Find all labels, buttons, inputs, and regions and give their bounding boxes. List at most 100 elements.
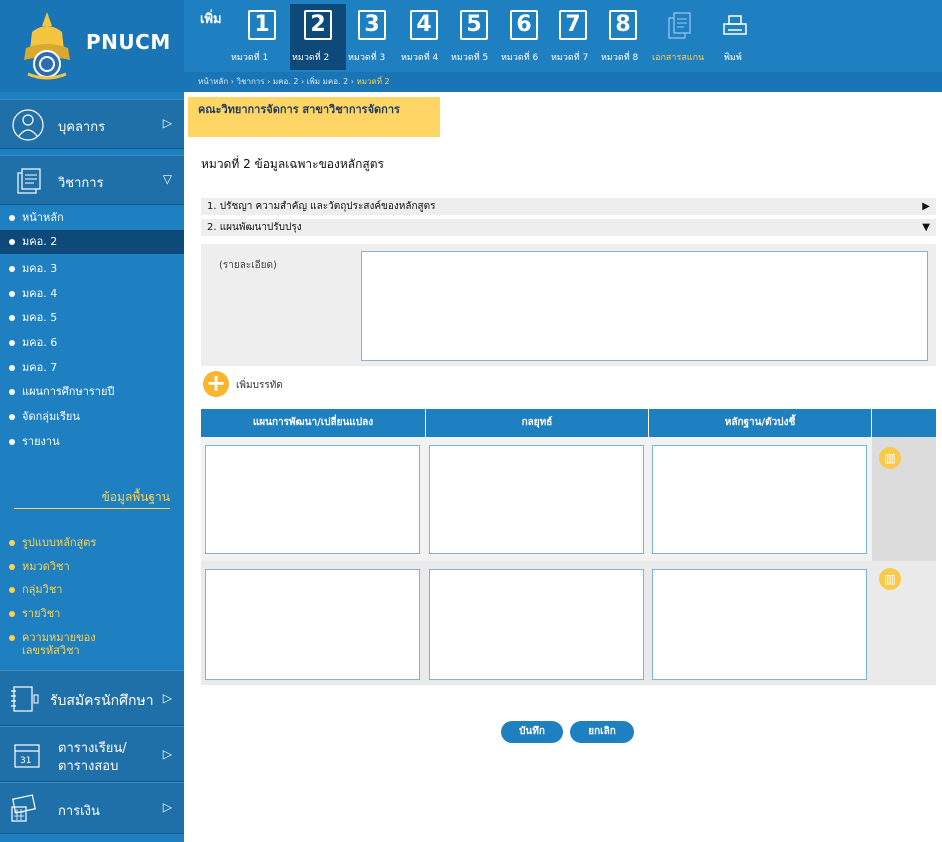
chapter-number: 5 <box>460 10 488 40</box>
chevron-right-icon: ▷ <box>162 800 172 814</box>
breadcrumb-path[interactable]: หน้าหลัก › วิชาการ › มคอ. 2 › เพิ่ม มคอ.… <box>198 77 356 86</box>
tab-chapter-6[interactable]: 6 หมวดที่ 6 <box>501 4 551 70</box>
university-crest-icon <box>24 12 70 80</box>
brand-name: PNUCM <box>86 30 171 54</box>
tab-chapter-8[interactable]: 8 หมวดที่ 8 <box>601 4 652 70</box>
plan-textarea[interactable] <box>205 569 420 680</box>
chapter-caption: หมวดที่ 4 <box>401 53 439 63</box>
column-header-strategy: กลยุทธ์ <box>426 409 648 437</box>
strategy-textarea[interactable] <box>429 569 644 680</box>
sidebar-menu-finance[interactable]: การเงิน ▷ <box>0 782 184 834</box>
code-meaning-line1: ความหมายของ <box>22 631 96 644</box>
sidebar-item-report[interactable]: รายงาน <box>0 430 184 454</box>
scanned-documents-icon <box>668 12 691 39</box>
sidebar-item-tqf6[interactable]: มคอ. 6 <box>0 331 184 355</box>
chapter-caption: หมวดที่ 7 <box>551 53 589 63</box>
chapter-caption: หมวดที่ 2 <box>292 53 330 63</box>
chapter-caption: หมวดที่ 1 <box>231 53 269 63</box>
logo-area[interactable]: PNUCM <box>0 0 184 92</box>
chapter-number: 4 <box>410 10 438 40</box>
code-meaning-line2: เลขรหัสวิชา <box>22 644 80 657</box>
faculty-banner: คณะวิทยาการจัดการ สาขาวิชาการจัดการ <box>188 97 440 137</box>
print-caption: พิมพ์ <box>724 53 742 63</box>
cancel-button[interactable]: ยกเลิก <box>570 721 634 743</box>
sidebar-menu-admission[interactable]: รับสมัครนักศึกษา ▷ <box>0 670 184 726</box>
notebook-icon <box>11 686 39 712</box>
evidence-textarea[interactable] <box>652 569 867 680</box>
tab-chapter-4[interactable]: 4 หมวดที่ 4 <box>399 4 450 70</box>
sidebar-base-subject-category[interactable]: หมวดวิชา <box>0 560 184 573</box>
detail-label: (รายละเอียด) <box>219 260 277 271</box>
sidebar-menu-personnel[interactable]: บุคลากร ▷ <box>0 99 184 149</box>
accordion-label: 1. ปรัชญา ความสำคัญ และวัตถุประสงค์ของหล… <box>207 201 436 212</box>
accordion-item-improvement-plan[interactable]: 2. แผนพัฒนาปรับปรุง ▼ <box>201 219 936 237</box>
chapter-number: 2 <box>304 10 332 40</box>
base-data-title: ข้อมูลพื้นฐาน <box>101 490 170 504</box>
sidebar-menu-schedule[interactable]: 31 ตารางเรียน/ ตารางสอบ ▷ <box>0 726 184 782</box>
chevron-right-icon: ▷ <box>162 747 172 761</box>
tab-chapter-5[interactable]: 5 หมวดที่ 5 <box>450 4 501 70</box>
plan-textarea[interactable] <box>205 445 420 554</box>
chapter-number: 7 <box>559 10 587 40</box>
print-button[interactable]: พิมพ์ <box>714 4 760 70</box>
chapter-caption: หมวดที่ 8 <box>601 53 639 63</box>
sidebar-label-admission: รับสมัครนักศึกษา <box>50 693 154 709</box>
page-title: หมวดที่ 2 ข้อมูลเฉพาะของหลักสูตร <box>201 157 384 171</box>
strategy-textarea[interactable] <box>429 445 644 554</box>
chapter-number: 6 <box>510 10 538 40</box>
accordion-item-philosophy[interactable]: 1. ปรัชญา ความสำคัญ และวัตถุประสงค์ของหล… <box>201 198 936 216</box>
sidebar-item-groups[interactable]: จัดกลุ่มเรียน <box>0 405 184 429</box>
accordion-label: 2. แผนพัฒนาปรับปรุง <box>207 222 302 233</box>
column-header-evidence-label: หลักฐาน/ตัวบ่งชี้ <box>724 417 796 428</box>
caret-right-icon: ▶ <box>922 201 930 212</box>
sidebar: PNUCM บุคลากร ▷ วิชาการ ▽ หน้าหลัก มคอ. … <box>0 0 184 842</box>
documents-icon <box>17 168 41 194</box>
tab-scanned-docs[interactable]: เอกสารสแกน <box>652 4 714 70</box>
sidebar-item-study-plan[interactable]: แผนการศึกษารายปี <box>0 380 184 404</box>
evidence-textarea[interactable] <box>652 445 867 554</box>
sidebar-base-subject-group[interactable]: กลุ่มวิชา <box>0 583 184 596</box>
breadcrumb: หน้าหลัก › วิชาการ › มคอ. 2 › เพิ่ม มคอ.… <box>184 72 942 92</box>
tab-chapter-3[interactable]: 3 หมวดที่ 3 <box>346 4 399 70</box>
chapter-caption: หมวดที่ 3 <box>348 53 386 63</box>
sidebar-base-program-format[interactable]: รูปแบบหลักสูตร <box>0 536 184 549</box>
sidebar-item-home[interactable]: หน้าหลัก <box>0 206 184 230</box>
column-header-plan: แผนการพัฒนา/เปลี่ยนแปลง <box>201 409 425 437</box>
chapter-number: 3 <box>358 10 386 40</box>
svg-text:31: 31 <box>20 756 31 766</box>
sidebar-label-academic: วิชาการ <box>58 176 104 191</box>
divider <box>14 508 170 509</box>
sidebar-item-tqf5[interactable]: มคอ. 5 <box>0 306 184 330</box>
chapter-caption: หมวดที่ 5 <box>451 53 489 63</box>
chevron-right-icon: ▷ <box>162 691 172 705</box>
person-icon <box>12 109 44 141</box>
chevron-right-icon: ▷ <box>162 116 172 130</box>
tab-chapter-1[interactable]: 1 หมวดที่ 1 <box>231 4 290 70</box>
add-row-label[interactable]: เพิ่มบรรทัด <box>236 378 283 393</box>
chapter-caption: หมวดที่ 6 <box>501 53 539 63</box>
sidebar-base-code-meaning[interactable]: ความหมายของ เลขรหัสวิชา <box>0 631 184 657</box>
tab-chapter-2[interactable]: 2 หมวดที่ 2 <box>290 4 346 70</box>
sidebar-label-personnel: บุคลากร <box>58 120 106 135</box>
trash-icon[interactable]: ▥ <box>879 447 901 469</box>
save-button[interactable]: บันทึก <box>501 721 563 743</box>
detail-textarea[interactable] <box>361 251 928 361</box>
sidebar-menu-academic[interactable]: วิชาการ ▽ <box>0 155 184 205</box>
column-header-evidence: หลักฐาน/ตัวบ่งชี้ <box>649 409 871 437</box>
add-row-plus-icon[interactable]: + <box>203 371 229 397</box>
tab-chapter-7[interactable]: 7 หมวดที่ 7 <box>551 4 601 70</box>
chapter-number: 8 <box>609 10 637 40</box>
sidebar-item-tqf7[interactable]: มคอ. 7 <box>0 356 184 380</box>
chapter-number: 1 <box>248 10 276 40</box>
breadcrumb-current: หมวดที่ 2 <box>356 77 390 86</box>
sidebar-item-tqf2[interactable]: มคอ. 2 <box>0 230 184 254</box>
sidebar-label-schedule-2: ตารางสอบ <box>58 759 119 774</box>
sidebar-item-tqf3[interactable]: มคอ. 3 <box>0 257 184 281</box>
sidebar-base-courses[interactable]: รายวิชา <box>0 607 184 620</box>
printer-icon <box>723 15 747 35</box>
scanned-docs-caption: เอกสารสแกน <box>652 53 705 63</box>
caret-down-icon: ▼ <box>922 222 930 233</box>
trash-icon[interactable]: ▥ <box>879 568 901 590</box>
sidebar-item-tqf4[interactable]: มคอ. 4 <box>0 282 184 306</box>
add-label: เพิ่ม <box>200 12 222 27</box>
